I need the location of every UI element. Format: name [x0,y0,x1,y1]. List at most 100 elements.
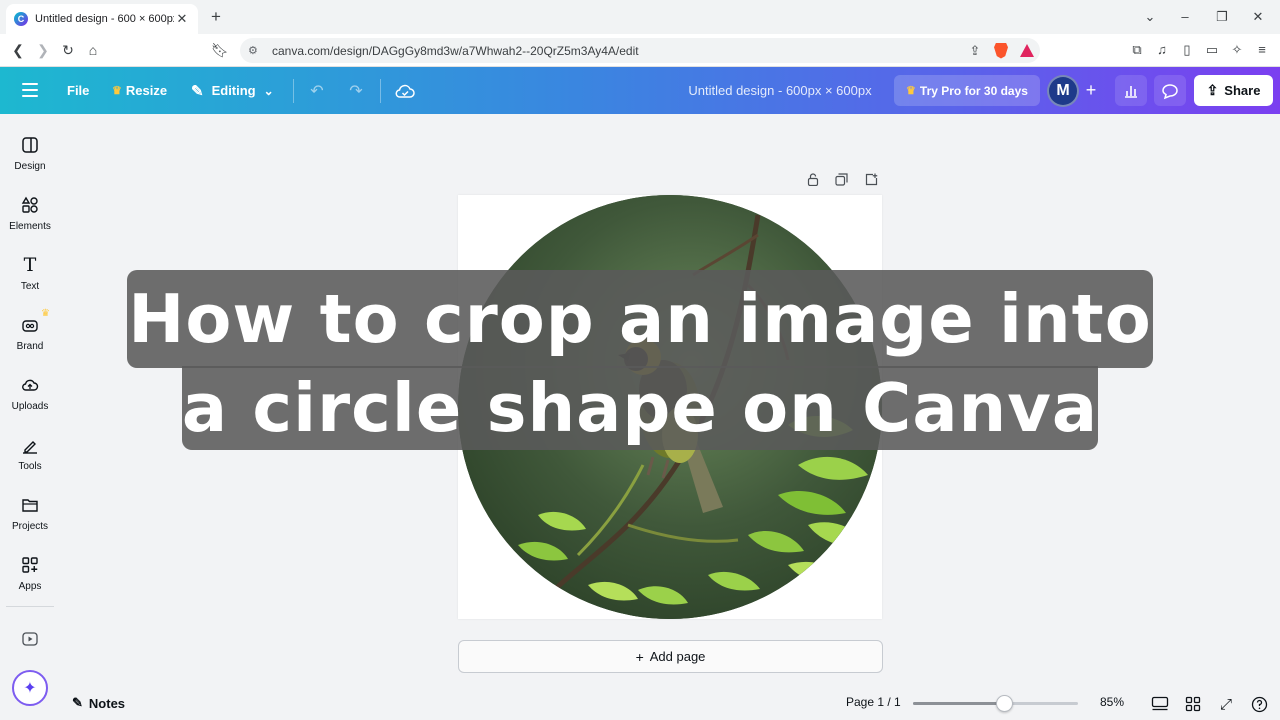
close-window-icon[interactable]: ✕ [1248,7,1268,27]
pencil-icon: ✎ [191,82,204,100]
header-divider [380,79,381,103]
cloud-save-icon[interactable] [393,79,417,103]
menu-icon[interactable]: ≡ [1253,41,1271,59]
crown-icon: ♛ [906,85,916,97]
zoom-slider-thumb[interactable] [996,695,1013,712]
sidebar-item-design[interactable]: Design [0,126,60,182]
sidebar-item-label: Apps [18,581,42,592]
try-pro-label: Try Pro for 30 days [919,83,1028,98]
video-icon [19,628,41,650]
lock-icon[interactable] [804,170,822,188]
header-divider [293,79,294,103]
page-toolbar [804,170,884,190]
main-menu-icon[interactable] [22,83,38,97]
brave-rewards-icon[interactable] [1014,41,1040,61]
reload-icon[interactable]: ↻ [58,40,78,60]
sidebar-item-tools[interactable]: Tools [0,426,60,482]
share-page-icon[interactable]: ⇪ [962,41,988,61]
uploads-icon [19,374,41,396]
wallet-icon[interactable]: ▭ [1203,41,1221,59]
elements-icon [19,194,41,216]
sidebar-item-label: Projects [11,521,49,532]
extensions-icon[interactable]: ⧉ [1128,41,1146,59]
home-icon[interactable]: ⌂ [83,40,103,60]
url-field[interactable]: ⚙︎ canva.com/design/DAGgGy8md3w/a7Whwah2… [240,38,1040,63]
sidebar-item-elements[interactable]: Elements [0,186,60,242]
crown-icon: ♛ [112,85,122,97]
crown-icon: ♛ [41,308,50,319]
brand-icon: ♛ [19,308,50,336]
duplicate-icon[interactable] [832,170,850,188]
media-icon[interactable]: ♫ [1153,41,1171,59]
add-page-icon[interactable] [862,170,880,188]
sidebar-item-label: Brand [16,341,44,352]
add-page-label: Add page [649,649,706,664]
left-sidebar: Design Elements T Text ♛ Brand Uploads T… [0,114,60,720]
apps-icon [19,554,41,576]
caption-line-1: How to crop an image into [127,270,1153,368]
editing-label: Editing [211,83,256,98]
notes-label: Notes [88,695,126,711]
editing-mode-dropdown[interactable]: ✎ Editing ⌄ [191,67,274,114]
bottom-bar: ✎ Notes Page 1 / 1 85% ⤢ [60,688,1280,720]
undo-icon[interactable]: ↶ [305,79,329,103]
browser-tab[interactable]: C Untitled design - 600 × 600px ✕ [6,4,198,34]
sidebar-item-label: Text [20,281,40,292]
file-menu[interactable]: File [67,67,89,114]
design-title[interactable]: Untitled design - 600px × 600px [660,67,900,114]
brave-shield-icon[interactable] [988,41,1014,61]
resize-button[interactable]: ♛ Resize [112,67,167,114]
grid-view-icon[interactable] [1182,693,1204,715]
url-text: canva.com/design/DAGgGy8md3w/a7Whwah2--2… [272,43,639,58]
zoom-slider-fill [913,702,1004,705]
sidebar-item-projects[interactable]: Projects [0,486,60,542]
editor-header: File ♛ Resize ✎ Editing ⌄ ↶ ↷ Untitled d… [0,67,1280,114]
sidebar-item-brand[interactable]: ♛ Brand [0,306,60,362]
resize-label: Resize [125,83,168,98]
zoom-value[interactable]: 85% [1100,695,1124,709]
add-page-button[interactable]: + Add page [458,640,883,673]
tab-close-icon[interactable]: ✕ [174,11,190,27]
projects-icon [19,494,41,516]
fullscreen-icon[interactable]: ⤢ [1215,693,1237,715]
tab-search-icon[interactable]: ⌄ [1140,7,1160,27]
design-icon [19,134,41,156]
magic-sparkle-icon[interactable]: ✦ [12,670,48,706]
sidebar-item-label: Design [14,161,46,172]
sidebar-item-video[interactable] [0,620,60,652]
page-view-icon[interactable] [1149,693,1171,715]
file-label: File [67,83,90,98]
share-button[interactable]: ⇪ Share [1194,75,1273,106]
minimize-icon[interactable]: – [1175,7,1195,27]
avatar[interactable]: M [1047,75,1079,107]
invite-plus-icon[interactable]: + [1081,80,1101,100]
share-upload-icon: ⇪ [1206,82,1219,98]
text-icon: T [23,254,37,276]
canva-favicon-icon: C [14,12,28,26]
notes-button[interactable]: ✎ Notes [72,693,125,713]
caption-line-2: a circle shape on Canva [182,366,1098,450]
new-tab-icon[interactable]: + [206,7,226,27]
back-icon[interactable]: ❮ [8,40,28,60]
help-icon[interactable] [1248,693,1270,715]
sidebar-item-uploads[interactable]: Uploads [0,366,60,422]
site-settings-icon[interactable]: ⚙︎ [248,44,266,57]
browser-tab-bar: C Untitled design - 600 × 600px ✕ + ⌄ – … [0,0,1280,34]
restore-icon[interactable]: ❐ [1212,7,1232,27]
zoom-slider[interactable] [913,695,1078,712]
insights-button[interactable] [1115,75,1147,106]
sidebar-toggle-icon[interactable]: ▯ [1178,41,1196,59]
notes-icon: ✎ [72,695,83,710]
redo-icon[interactable]: ↷ [344,79,368,103]
sidebar-item-label: Uploads [11,401,49,412]
bookmark-icon[interactable]: 🔖︎ [210,40,230,60]
address-bar-row: ❮ ❯ ↻ ⌂ 🔖︎ ⚙︎ canva.com/design/DAGgGy8md… [0,34,1280,67]
sidebar-item-label: Tools [18,461,42,472]
forward-icon[interactable]: ❯ [33,40,53,60]
comments-button[interactable] [1154,75,1186,106]
leo-ai-icon[interactable]: ✧ [1228,41,1246,59]
try-pro-button[interactable]: ♛ Try Pro for 30 days [894,75,1040,106]
sidebar-item-apps[interactable]: Apps [0,546,60,602]
page-indicator[interactable]: Page 1 / 1 [846,695,901,709]
sidebar-item-text[interactable]: T Text [0,246,60,302]
